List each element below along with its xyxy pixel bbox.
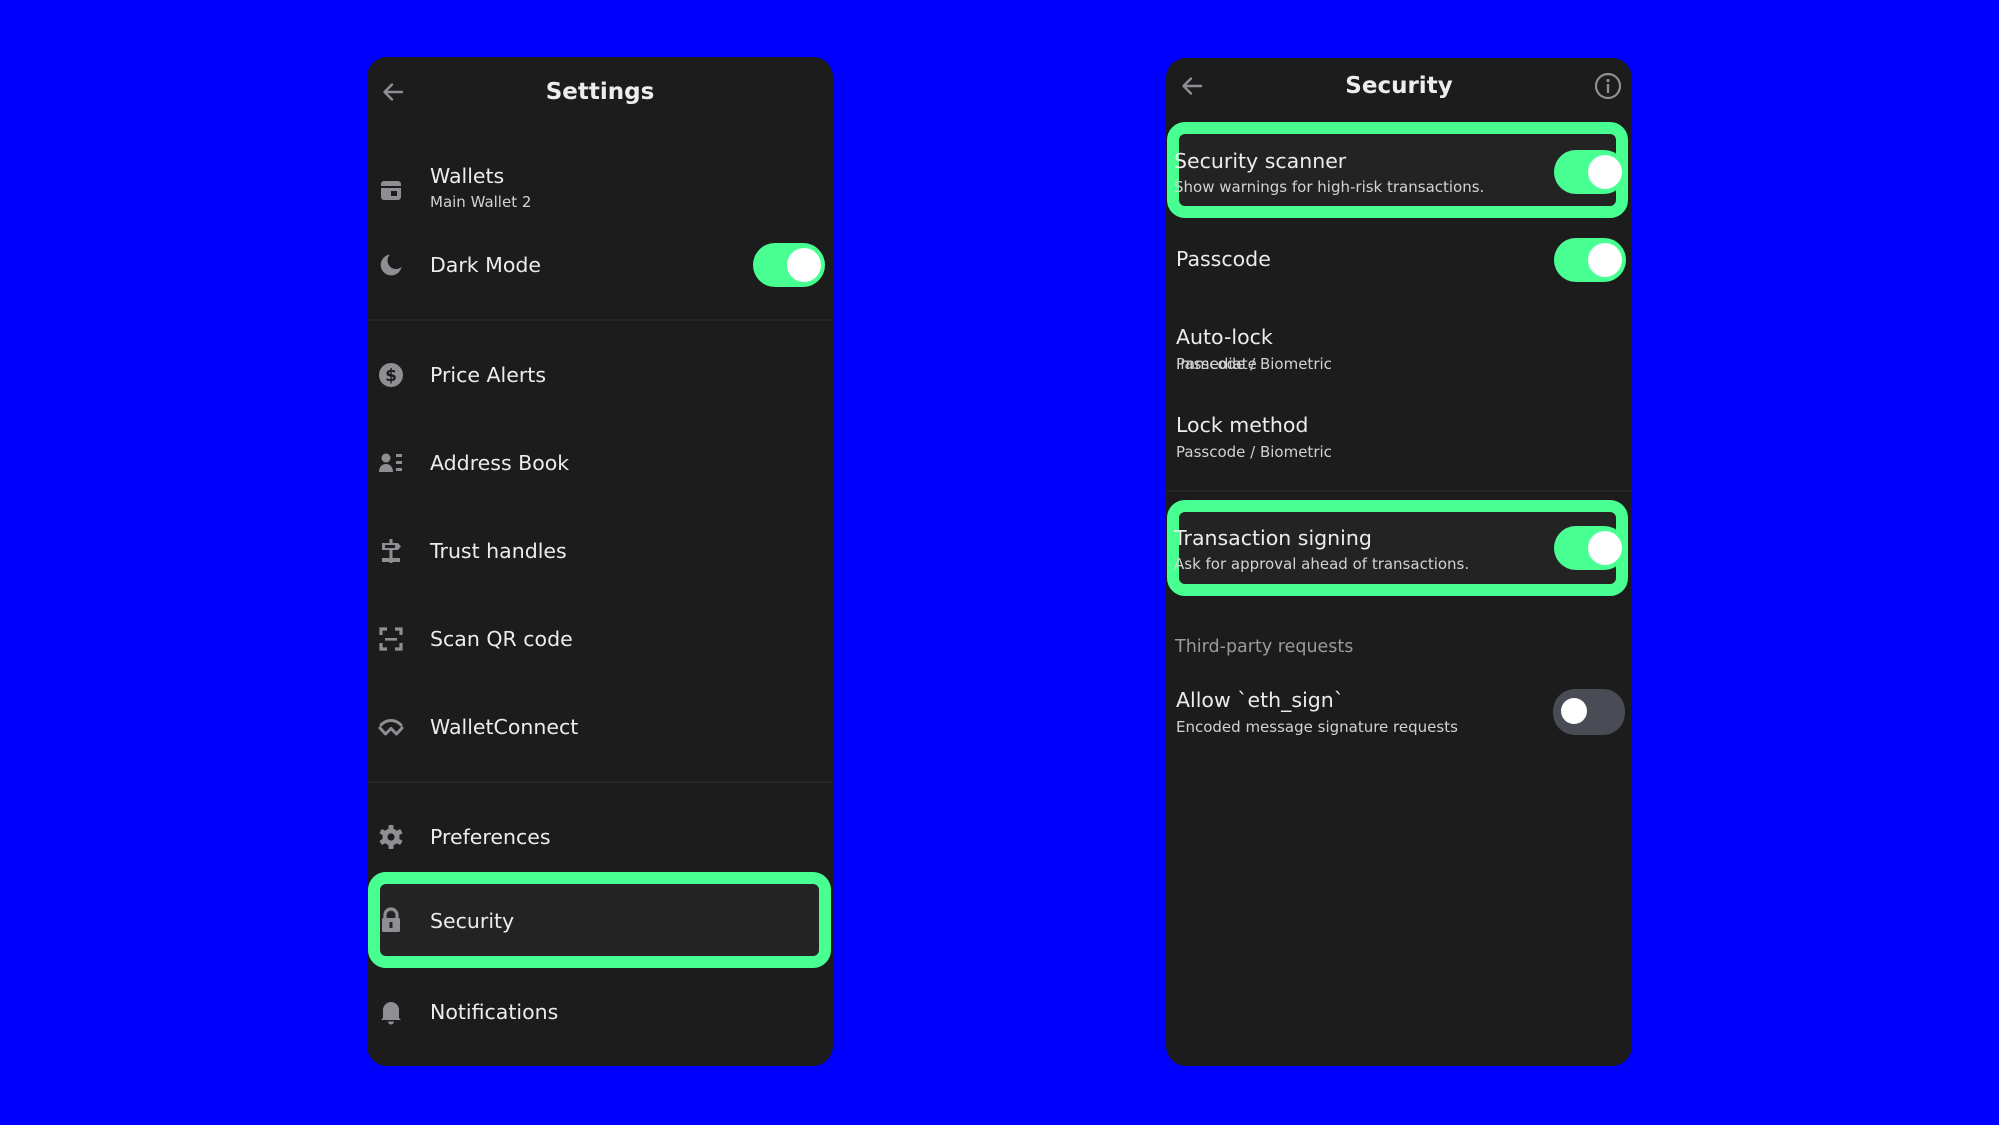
settings-item-label: Dark Mode [430, 253, 542, 277]
settings-item-label: Scan QR code [430, 627, 573, 651]
settings-item-label: Security [430, 909, 515, 933]
bell-icon [378, 999, 404, 1025]
section-label: Third-party requests [1175, 637, 1354, 657]
toggle-knob [787, 248, 821, 282]
settings-item-walletconnect[interactable]: WalletConnect [367, 692, 833, 762]
settings-item-trust-handles[interactable]: Trust handles [367, 516, 833, 586]
security-item-label: Passcode [1176, 247, 1271, 271]
divider [1166, 490, 1632, 492]
settings-item-label: Notifications [430, 1000, 559, 1024]
security-item-sublabel: Ask for approval ahead of transactions. [1174, 555, 1470, 573]
lock-method-value: Passcode / Biometric [1176, 443, 1332, 461]
security-item-label: Allow `eth_sign` [1176, 688, 1345, 712]
security-item-sublabel: Show warnings for high-risk transactions… [1174, 178, 1485, 196]
security-item-sublabel: Encoded message signature requests [1176, 718, 1458, 736]
gear-icon [378, 824, 404, 850]
wallet-icon [378, 177, 404, 203]
settings-item-label: Trust handles [430, 539, 567, 563]
settings-item-label: Price Alerts [430, 363, 547, 387]
scan-icon [378, 626, 404, 652]
lock-icon [378, 907, 404, 933]
security-item-label: Security scanner [1174, 149, 1347, 173]
toggle-knob [1561, 698, 1587, 724]
info-icon[interactable] [1594, 72, 1622, 100]
toggle-knob [1588, 243, 1622, 277]
settings-item-address-book[interactable]: Address Book [367, 428, 833, 498]
security-screen: Security Security scanner Show warnings … [1166, 58, 1632, 1066]
page-title: Settings [545, 79, 655, 105]
settings-item-price-alerts[interactable]: $ Price Alerts [367, 340, 833, 410]
transaction-signing-toggle[interactable] [1554, 526, 1626, 570]
security-item-label: Auto-lock [1176, 325, 1273, 349]
svg-text:$: $ [385, 366, 397, 386]
passcode-toggle[interactable] [1554, 238, 1626, 282]
toggle-knob [1588, 155, 1622, 189]
security-item-label: Transaction signing [1174, 526, 1372, 550]
dollar-circle-icon: $ [378, 362, 404, 388]
allow-eth-sign-toggle[interactable] [1553, 689, 1625, 735]
settings-item-preferences[interactable]: Preferences [367, 802, 833, 872]
settings-item-notifications[interactable]: Notifications [367, 977, 833, 1047]
settings-screen: Settings Wallets Main Wallet 2 Dark Mode… [367, 57, 833, 1066]
settings-item-sublabel: Main Wallet 2 [430, 193, 532, 211]
settings-item-label: Wallets [430, 164, 505, 188]
settings-item-security[interactable]: Security [367, 884, 833, 956]
toggle-knob [1588, 531, 1622, 565]
settings-item-label: Preferences [430, 825, 551, 849]
settings-item-label: Address Book [430, 451, 570, 475]
security-scanner-toggle[interactable] [1554, 150, 1626, 194]
divider [367, 319, 833, 321]
walletconnect-icon [378, 714, 404, 740]
auto-lock-value: Immediate [1176, 355, 1257, 373]
page-title: Security [1345, 73, 1453, 99]
security-item-label: Lock method [1176, 413, 1309, 437]
dark-mode-toggle[interactable] [753, 243, 825, 287]
signpost-icon [378, 538, 404, 564]
moon-icon [378, 252, 404, 278]
settings-item-label: WalletConnect [430, 715, 579, 739]
settings-item-wallets[interactable]: Wallets Main Wallet 2 [367, 137, 833, 227]
settings-item-scan-qr[interactable]: Scan QR code [367, 604, 833, 674]
divider [367, 781, 833, 783]
contact-list-icon [378, 450, 404, 476]
